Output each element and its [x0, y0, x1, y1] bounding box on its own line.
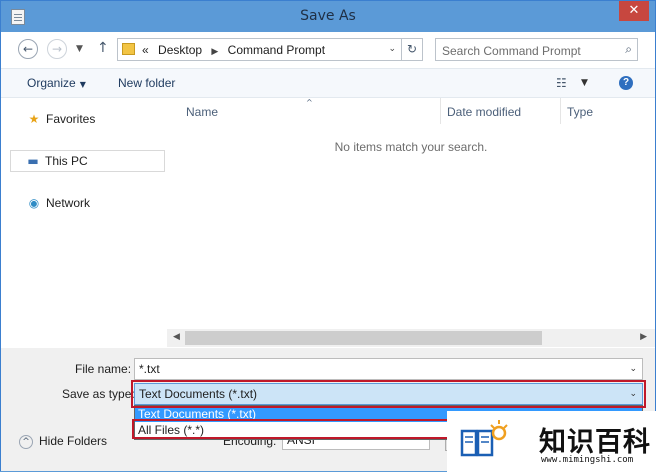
search-icon[interactable]: ⌕ — [625, 42, 632, 57]
breadcrumb-item-command-prompt[interactable]: Command Prompt — [228, 43, 325, 57]
search-input[interactable] — [440, 41, 614, 60]
back-button[interactable]: ← — [18, 39, 38, 59]
view-dropdown-icon[interactable]: ▼ — [581, 78, 588, 88]
title-bar[interactable]: Save As ✕ — [1, 1, 655, 32]
watermark-text: 知识百科 — [539, 427, 651, 458]
command-bar: Organize ▼ New folder ☷ ▼ ? — [1, 68, 655, 98]
scrollbar-thumb[interactable] — [185, 331, 542, 345]
scroll-left-icon[interactable]: ◀ — [173, 332, 180, 342]
sidebar-item-network[interactable]: ◉ Network — [26, 193, 90, 213]
hide-folders-button[interactable]: ^ Hide Folders — [19, 434, 107, 449]
computer-icon: ▬ — [27, 154, 39, 168]
address-dropdown-icon[interactable]: ⌄ — [388, 44, 396, 54]
sidebar-item-label: Favorites — [46, 112, 96, 126]
file-name-field[interactable]: *.txt ⌄ — [134, 358, 643, 380]
organize-menu-button[interactable]: Organize ▼ — [27, 76, 86, 90]
sort-ascending-icon: ^ — [306, 98, 313, 107]
star-icon: ★ — [28, 112, 40, 126]
save-as-dialog: Save As ✕ ← → ▼ ↑ « Desktop ▶ Command Pr… — [0, 0, 656, 472]
save-as-type-label: Save as type: — [62, 387, 135, 401]
close-button[interactable]: ✕ — [619, 1, 649, 21]
breadcrumb: « Desktop ▶ Command Prompt — [142, 43, 331, 57]
file-name-value[interactable]: *.txt — [139, 362, 160, 376]
folder-icon — [122, 43, 135, 55]
sidebar-item-this-pc[interactable]: ▬ This PC — [25, 151, 88, 171]
sidebar-item-label: Network — [46, 196, 91, 210]
empty-list-message: No items match your search. — [334, 140, 488, 154]
highlight-annotation-all-files — [132, 419, 451, 439]
navigation-bar: ← → ▼ ↑ « Desktop ▶ Command Prompt ⌄ ↻ ⌕ — [1, 32, 655, 68]
breadcrumb-overflow[interactable]: « — [142, 43, 149, 57]
refresh-button[interactable]: ↻ — [401, 39, 422, 60]
recent-locations-dropdown[interactable]: ▼ — [76, 44, 83, 54]
file-name-label: File name: — [75, 362, 132, 376]
help-icon[interactable]: ? — [619, 76, 633, 90]
window-title: Save As — [300, 8, 356, 24]
chevron-up-icon: ^ — [19, 434, 33, 449]
search-box[interactable]: ⌕ — [435, 38, 638, 61]
scroll-right-icon[interactable]: ▶ — [640, 332, 647, 342]
watermark-url: www.mimingshi.com — [541, 455, 634, 465]
watermark: 知识百科 www.mimingshi.com — [447, 411, 656, 472]
hide-folders-label: Hide Folders — [39, 434, 108, 448]
chevron-down-icon: ▼ — [79, 80, 86, 89]
up-button[interactable]: ↑ — [97, 40, 109, 56]
column-header-date-modified[interactable]: Date modified — [447, 105, 521, 119]
organize-label: Organize — [27, 76, 76, 90]
column-header-type[interactable]: Type — [567, 105, 593, 119]
watermark-logo-icon — [460, 420, 508, 457]
horizontal-scrollbar[interactable]: ◀ ▶ — [167, 329, 655, 347]
column-divider[interactable] — [560, 98, 561, 124]
highlight-annotation-save-type — [131, 380, 646, 408]
column-divider[interactable] — [440, 98, 441, 124]
view-options-icon[interactable]: ☷ — [556, 76, 567, 90]
sidebar-item-label: This PC — [45, 154, 88, 168]
chevron-down-icon[interactable]: ⌄ — [629, 364, 637, 374]
navigation-pane: ★ Favorites ▬ This PC ◉ Network — [1, 98, 167, 348]
file-list: ^ Name Date modified Type No items match… — [167, 98, 655, 348]
address-bar[interactable]: « Desktop ▶ Command Prompt ⌄ ↻ — [117, 38, 423, 61]
breadcrumb-separator-icon[interactable]: ▶ — [211, 47, 218, 57]
network-icon: ◉ — [28, 196, 40, 210]
breadcrumb-item-desktop[interactable]: Desktop — [158, 43, 202, 57]
sidebar-item-favorites[interactable]: ★ Favorites — [26, 109, 96, 129]
column-header-name[interactable]: Name — [186, 105, 218, 119]
forward-button[interactable]: → — [47, 39, 67, 59]
new-folder-button[interactable]: New folder — [118, 76, 175, 90]
